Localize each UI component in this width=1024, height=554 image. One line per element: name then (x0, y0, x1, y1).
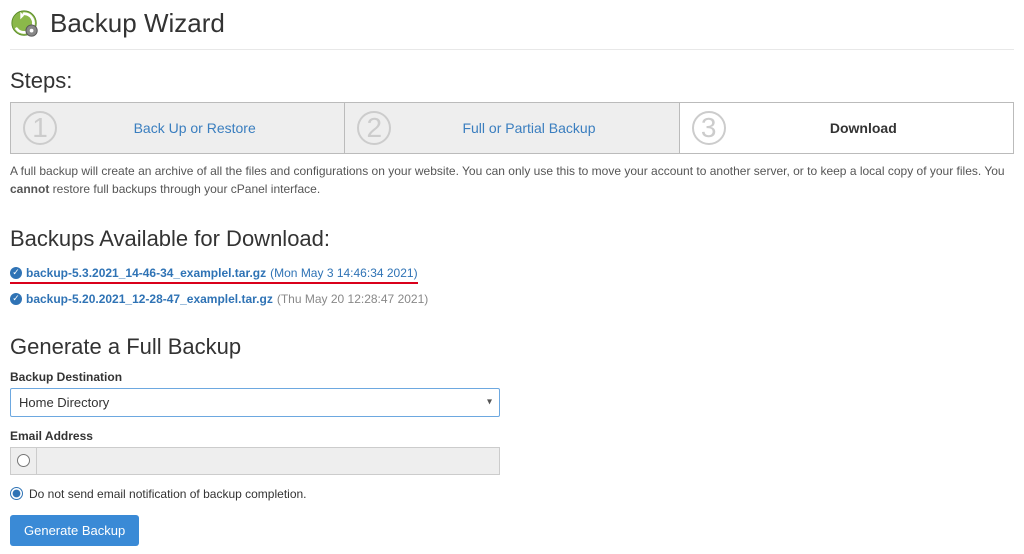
destination-label: Backup Destination (10, 370, 1014, 384)
step-backup-restore[interactable]: 1 Back Up or Restore (11, 103, 345, 153)
step-label-2: Full or Partial Backup (391, 120, 666, 136)
steps-heading: Steps: (10, 68, 1014, 94)
step-number-3: 3 (692, 111, 726, 145)
step-full-partial[interactable]: 2 Full or Partial Backup (345, 103, 679, 153)
generate-backup-button[interactable]: Generate Backup (10, 515, 139, 546)
backups-available-heading: Backups Available for Download: (10, 226, 1014, 252)
check-icon: ✓ (10, 267, 22, 279)
email-input[interactable] (36, 447, 500, 475)
backup-destination-select[interactable]: Home Directory (10, 388, 500, 417)
generate-backup-heading: Generate a Full Backup (10, 334, 1014, 360)
email-radio-cell[interactable] (10, 447, 36, 475)
backup-item: ✓ backup-5.20.2021_12-28-47_examplel.tar… (10, 292, 1014, 306)
description-text: A full backup will create an archive of … (10, 162, 1014, 198)
email-label: Email Address (10, 429, 1014, 443)
page-header: Backup Wizard (10, 8, 1014, 50)
backup-wizard-icon (10, 9, 40, 39)
step-download[interactable]: 3 Download (680, 103, 1013, 153)
no-email-label: Do not send email notification of backup… (29, 487, 307, 501)
step-number-1: 1 (23, 111, 57, 145)
backup-date: (Mon May 3 14:46:34 2021) (270, 266, 417, 280)
check-icon: ✓ (10, 293, 22, 305)
backup-date: (Thu May 20 12:28:47 2021) (277, 292, 428, 306)
email-enable-radio[interactable] (17, 454, 30, 467)
steps-nav: 1 Back Up or Restore 2 Full or Partial B… (10, 102, 1014, 154)
backup-item: ✓ backup-5.3.2021_14-46-34_examplel.tar.… (10, 266, 418, 284)
step-label-1: Back Up or Restore (57, 120, 332, 136)
backup-download-link[interactable]: backup-5.20.2021_12-28-47_examplel.tar.g… (26, 292, 273, 306)
no-email-radio[interactable] (10, 487, 23, 500)
step-label-3: Download (726, 120, 1001, 136)
page-title: Backup Wizard (50, 8, 225, 39)
email-row (10, 447, 500, 475)
backup-download-link[interactable]: backup-5.3.2021_14-46-34_examplel.tar.gz (26, 266, 266, 280)
step-number-2: 2 (357, 111, 391, 145)
